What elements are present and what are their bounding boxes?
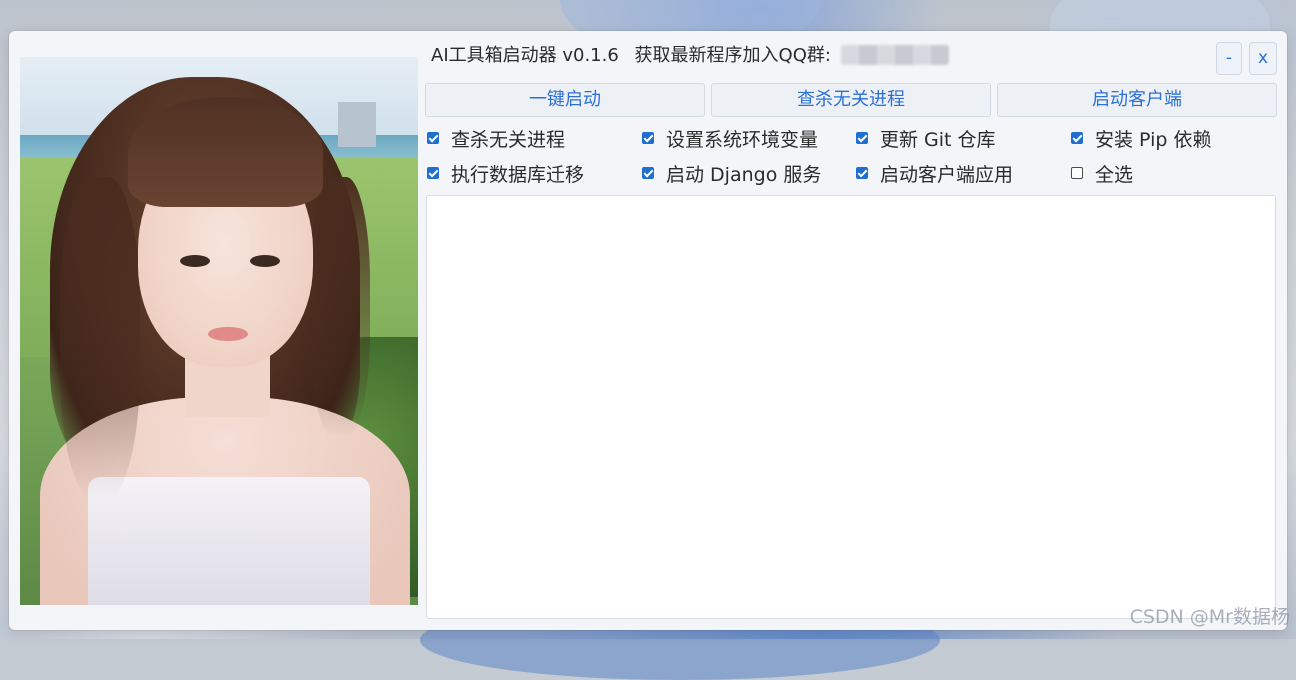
option-label: 全选 <box>1095 163 1134 186</box>
start-client-button[interactable]: 启动客户端 <box>997 83 1277 117</box>
checkbox-icon[interactable] <box>1071 167 1083 179</box>
option-start-client-app[interactable]: 启动客户端应用 <box>856 160 1013 186</box>
option-label: 查杀无关进程 <box>451 128 566 151</box>
checkbox-icon[interactable] <box>427 167 439 179</box>
launcher-window: AI工具箱启动器 v0.1.6 获取最新程序加入QQ群: - x 一键启动 查杀… <box>9 31 1287 630</box>
qq-number-redacted <box>840 45 949 65</box>
checkbox-icon[interactable] <box>642 167 654 179</box>
option-start-django[interactable]: 启动 Django 服务 <box>642 160 821 186</box>
checkbox-icon[interactable] <box>642 132 654 144</box>
checkbox-icon[interactable] <box>1071 132 1083 144</box>
option-install-pip[interactable]: 安装 Pip 依赖 <box>1071 125 1211 151</box>
option-db-migrate[interactable]: 执行数据库迁移 <box>427 160 584 186</box>
checkbox-icon[interactable] <box>856 167 868 179</box>
checkbox-icon[interactable] <box>856 132 868 144</box>
one-click-start-button[interactable]: 一键启动 <box>425 83 705 117</box>
app-title: AI工具箱启动器 v0.1.6 <box>431 45 619 66</box>
option-label: 启动客户端应用 <box>880 163 1014 186</box>
banner-photo <box>20 57 418 605</box>
option-set-env-vars[interactable]: 设置系统环境变量 <box>642 125 818 151</box>
option-label: 更新 Git 仓库 <box>880 128 996 151</box>
option-update-git[interactable]: 更新 Git 仓库 <box>856 125 996 151</box>
minimize-button[interactable]: - <box>1216 42 1242 75</box>
option-kill-processes[interactable]: 查杀无关进程 <box>427 125 565 151</box>
qq-group-prompt: 获取最新程序加入QQ群: <box>634 45 831 66</box>
window-title-bar: AI工具箱启动器 v0.1.6 获取最新程序加入QQ群: <box>431 43 949 69</box>
option-label: 安装 Pip 依赖 <box>1095 128 1212 151</box>
option-select-all[interactable]: 全选 <box>1071 160 1133 186</box>
option-label: 执行数据库迁移 <box>451 163 585 186</box>
kill-processes-button[interactable]: 查杀无关进程 <box>711 83 991 117</box>
option-label: 启动 Django 服务 <box>666 163 822 186</box>
csdn-watermark: CSDN @Mr数据杨 <box>1129 606 1290 628</box>
log-output-area[interactable] <box>426 195 1276 619</box>
option-label: 设置系统环境变量 <box>666 128 819 151</box>
close-button[interactable]: x <box>1249 42 1277 75</box>
checkbox-icon[interactable] <box>427 132 439 144</box>
